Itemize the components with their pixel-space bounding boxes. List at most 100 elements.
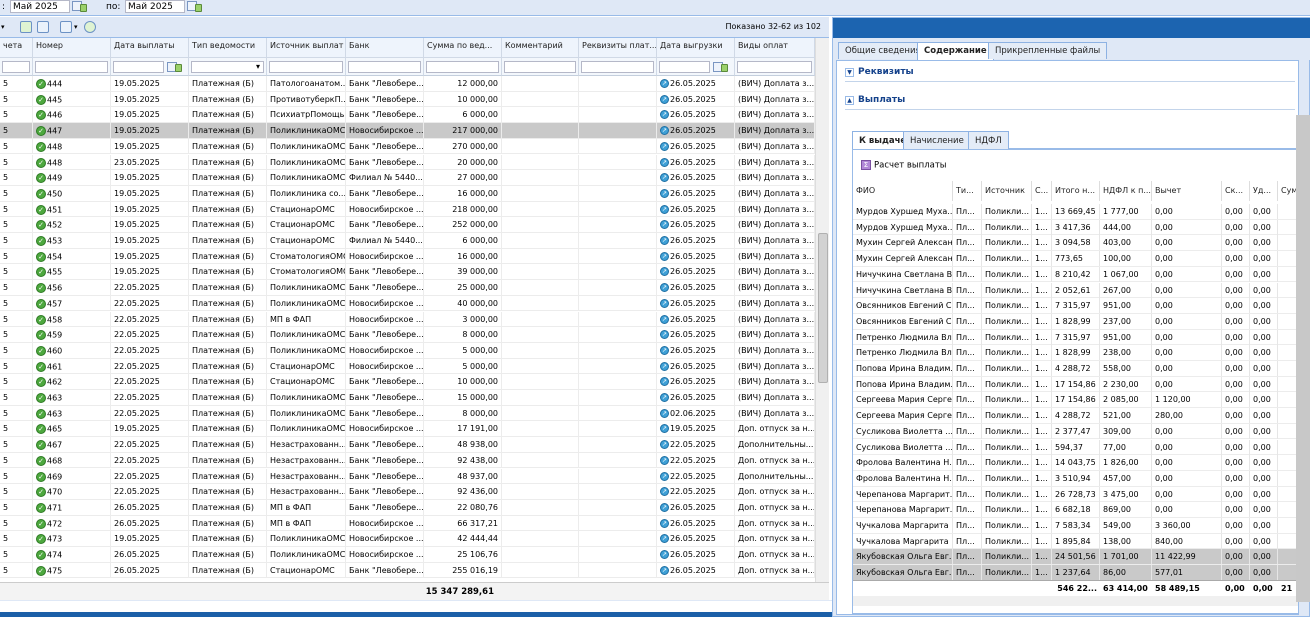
print-dropdown-icon[interactable]: ▾ — [74, 23, 78, 31]
rcol-header-total[interactable]: Итого н... — [1052, 181, 1100, 201]
table-row[interactable]: 5 ✓ 465 19.05.2025 Платежная (Б) ПоликлиникаО… — [0, 421, 815, 438]
panel-vertical-scrollbar[interactable] — [1296, 115, 1310, 602]
print-icon[interactable] — [60, 21, 72, 33]
filter-source-input[interactable] — [269, 61, 343, 73]
list-item[interactable]: Попова Ирина Владим... Пл... Поликли... 1..… — [853, 361, 1298, 377]
approve-icon[interactable] — [20, 21, 32, 33]
list-item[interactable]: Овсянников Евгений С... Пл... Поликли... 1.… — [853, 313, 1298, 330]
table-row[interactable]: 5 ✓ 472 26.05.2025 Платежная (Б) МП в ФАП Ново… — [0, 515, 815, 532]
filter-pay-date-apply-icon[interactable] — [175, 64, 182, 72]
col-header-pay-kinds[interactable]: Виды оплат — [735, 38, 815, 58]
table-row[interactable]: 5 ✓ 469 22.05.2025 Платежная (Б) Незастрахова… — [0, 468, 815, 485]
list-item[interactable]: Попова Ирина Владим... Пл... Поликли... 1..… — [853, 376, 1298, 393]
dropdown-arrow-icon[interactable]: ▾ — [1, 23, 5, 31]
col-header-source[interactable]: Источник выплат — [267, 38, 346, 58]
list-item[interactable]: Петренко Людмила Вл... Пл... Поликли... 1..… — [853, 329, 1298, 346]
list-item[interactable]: Якубовская Ольга Евг... Пл... Поликли... 1.… — [853, 565, 1298, 581]
table-row[interactable]: 5 ✓ 458 22.05.2025 Платежная (Б) МП в ФАП Ново… — [0, 311, 815, 328]
table-row[interactable]: 5 ✓ 448 19.05.2025 Платежная (Б) ПоликлиникаО… — [0, 138, 815, 155]
table-row[interactable]: 5 ✓ 450 19.05.2025 Платежная (Б) Поликлиника … — [0, 185, 815, 202]
filter-export-date-apply-icon[interactable] — [721, 64, 728, 72]
table-row[interactable]: 5 ✓ 448 23.05.2025 Платежная (Б) ПоликлиникаО… — [0, 154, 815, 171]
table-row[interactable]: 5 ✓ 463 22.05.2025 Платежная (Б) ПоликлиникаО… — [0, 390, 815, 406]
list-item[interactable]: Овсянников Евгений С... Пл... Поликли... 1.… — [853, 298, 1298, 314]
table-row[interactable]: 5 ✓ 463 22.05.2025 Платежная (Б) ПоликлиникаО… — [0, 405, 815, 422]
subtab-accrual[interactable]: Начисление — [903, 131, 971, 149]
table-row[interactable]: 5 ✓ 474 26.05.2025 Платежная (Б) ПоликлиникаО… — [0, 547, 815, 563]
rcol-header-type[interactable]: Ти... — [953, 181, 982, 201]
rcol-header-ud[interactable]: Уд... — [1250, 181, 1278, 201]
list-item[interactable]: Чучкалова Маргарита ... Пл... Поликли... 1.… — [853, 518, 1298, 534]
list-item[interactable]: Якубовская Ольга Евг... Пл... Поликли... 1.… — [853, 549, 1298, 566]
section-requisites[interactable]: ▼ Реквизиты — [845, 67, 914, 77]
list-item[interactable]: Чучкалова Маргарита ... Пл... Поликли... 1.… — [853, 533, 1298, 550]
list-item[interactable]: Ничучкина Светлана В... Пл... Поликли... 1.… — [853, 282, 1298, 299]
list-item[interactable]: Мурдов Хуршед Муха... Пл... Поликли... 1...… — [853, 219, 1298, 236]
filter-account-input[interactable] — [2, 61, 30, 73]
rcol-header-fio[interactable]: ФИО — [853, 181, 953, 201]
table-row[interactable]: 5 ✓ 459 22.05.2025 Платежная (Б) ПоликлиникаО… — [0, 327, 815, 343]
table-row[interactable]: 5 ✓ 461 22.05.2025 Платежная (Б) СтационарОМС… — [0, 358, 815, 375]
table-row[interactable]: 5 ✓ 447 19.05.2025 Платежная (Б) ПоликлиникаО… — [0, 123, 815, 139]
table-row[interactable]: 5 ✓ 449 19.05.2025 Платежная (Б) ПоликлиникаО… — [0, 170, 815, 186]
table-row[interactable]: 5 ✓ 455 19.05.2025 Платежная (Б) Стоматология… — [0, 264, 815, 281]
table-row[interactable]: 5 ✓ 451 19.05.2025 Платежная (Б) СтационарОМС… — [0, 201, 815, 218]
table-row[interactable]: 5 ✓ 452 19.05.2025 Платежная (Б) СтационарОМС… — [0, 217, 815, 233]
grid-scroll-thumb[interactable] — [818, 233, 828, 383]
list-item[interactable]: Сусликова Виолетта ... Пл... Поликли... 1..… — [853, 439, 1298, 456]
list-item[interactable]: Мурдов Хуршед Муха... Пл... Поликли... 1...… — [853, 204, 1298, 220]
col-header-export-date[interactable]: Дата выгрузки — [657, 38, 735, 58]
table-row[interactable]: 5 ✓ 467 22.05.2025 Платежная (Б) Незастрахова… — [0, 437, 815, 453]
table-row[interactable]: 5 ✓ 470 22.05.2025 Платежная (Б) Незастрахова… — [0, 484, 815, 500]
filter-bank-input[interactable] — [348, 61, 421, 73]
filter-type-dropdown-icon[interactable]: ▾ — [256, 62, 260, 71]
table-row[interactable]: 5 ✓ 471 26.05.2025 Платежная (Б) МП в ФАП Банк… — [0, 499, 815, 516]
table-row[interactable]: 5 ✓ 468 22.05.2025 Платежная (Б) Незастрахова… — [0, 452, 815, 469]
rcol-header-source[interactable]: Источник — [982, 181, 1032, 201]
table-row[interactable]: 5 ✓ 473 19.05.2025 Платежная (Б) ПоликлиникаО… — [0, 531, 815, 547]
filter-pay-date-input[interactable] — [113, 61, 164, 73]
table-row[interactable]: 5 ✓ 456 22.05.2025 Платежная (Б) ПоликлиникаО… — [0, 280, 815, 296]
tab-attached-files[interactable]: Прикрепленные файлы — [988, 42, 1108, 59]
calc-payment-button[interactable]: Σ Расчет выплаты — [861, 160, 947, 171]
col-header-requisites[interactable]: Реквизиты плат... — [579, 38, 657, 58]
payments-horizontal-scrollbar[interactable] — [853, 596, 1298, 606]
collapse-requisites-icon[interactable]: ▼ — [845, 68, 854, 77]
unapprove-icon[interactable] — [37, 21, 49, 33]
grid-vertical-scrollbar[interactable] — [815, 38, 829, 582]
col-header-sum[interactable]: Сумма по вед... — [424, 38, 502, 58]
filter-number-input[interactable] — [35, 61, 108, 73]
col-header-comment[interactable]: Комментарий — [502, 38, 579, 58]
section-payments[interactable]: ▲ Выплаты — [845, 95, 905, 105]
list-item[interactable]: Ничучкина Светлана В... Пл... Поликли... 1.… — [853, 266, 1298, 283]
table-row[interactable]: 5 ✓ 446 19.05.2025 Платежная (Б) ПсихиатрПомо… — [0, 107, 815, 124]
table-row[interactable]: 5 ✓ 445 19.05.2025 Платежная (Б) Противотубер… — [0, 91, 815, 108]
col-header-pay-date[interactable]: Дата выплаты — [111, 38, 189, 58]
rcol-header-ndfl[interactable]: НДФЛ к п... — [1100, 181, 1152, 201]
filter-requisites-input[interactable] — [581, 61, 654, 73]
table-row[interactable]: 5 ✓ 453 19.05.2025 Платежная (Б) СтационарОМС… — [0, 233, 815, 249]
list-item[interactable]: Мухин Сергей Алексан... Пл... Поликли... 1.… — [853, 251, 1298, 267]
filter-comment-input[interactable] — [504, 61, 576, 73]
table-row[interactable]: 5 ✓ 462 22.05.2025 Платежная (Б) СтационарОМС… — [0, 374, 815, 390]
table-row[interactable]: 5 ✓ 454 19.05.2025 Платежная (Б) Стоматология… — [0, 248, 815, 265]
col-header-bank[interactable]: Банк — [346, 38, 424, 58]
tab-general[interactable]: Общие сведения — [838, 42, 928, 59]
list-item[interactable]: Сусликова Виолетта ... Пл... Поликли... 1..… — [853, 423, 1298, 440]
list-item[interactable]: Фролова Валентина Н... Пл... Поликли... 1..… — [853, 470, 1298, 487]
table-row[interactable]: 5 ✓ 444 19.05.2025 Платежная (Б) Патологоанат… — [0, 76, 815, 92]
to-date-field[interactable]: Май 2025 — [125, 0, 185, 13]
from-apply-icon[interactable] — [80, 4, 87, 12]
list-item[interactable]: Фролова Валентина Н... Пл... Поликли... 1..… — [853, 455, 1298, 471]
table-row[interactable]: 5 ✓ 457 22.05.2025 Платежная (Б) ПоликлиникаО… — [0, 295, 815, 312]
collapse-payments-icon[interactable]: ▲ — [845, 96, 854, 105]
filter-type-select[interactable] — [191, 61, 264, 73]
list-item[interactable]: Мухин Сергей Алексан... Пл... Поликли... 1.… — [853, 235, 1298, 252]
rcol-header-c[interactable]: С... — [1032, 181, 1052, 201]
rcol-header-sk[interactable]: Ск... — [1222, 181, 1250, 201]
list-item[interactable]: Петренко Людмила Вл... Пл... Поликли... 1..… — [853, 345, 1298, 361]
list-item[interactable]: Сергеева Мария Серге... Пл... Поликли... 1.… — [853, 392, 1298, 409]
filter-pay-kinds-input[interactable] — [737, 61, 812, 73]
subtab-ndfl[interactable]: НДФЛ — [968, 131, 1009, 149]
list-item[interactable]: Черепанова Маргарит... Пл... Поликли... 1..… — [853, 502, 1298, 518]
